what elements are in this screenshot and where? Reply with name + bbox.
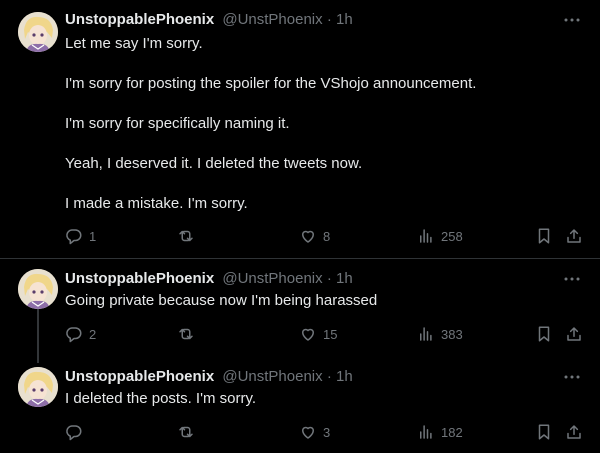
- tweet-1[interactable]: UnstoppablePhoenix @UnstPhoenix · 1h Let…: [0, 0, 600, 258]
- share-button[interactable]: [565, 324, 583, 344]
- tweet-paragraph: Yeah, I deserved it. I deleted the tweet…: [65, 155, 363, 172]
- share-icon: [567, 229, 581, 243]
- repost-icon: [179, 328, 193, 340]
- like-button[interactable]: 3: [299, 422, 330, 442]
- timestamp[interactable]: 1h: [336, 11, 353, 28]
- bookmark-button[interactable]: [535, 422, 553, 442]
- views-count: 182: [441, 424, 463, 440]
- tweet-paragraph: I deleted the posts. I'm sorry.: [65, 390, 257, 407]
- bookmark-icon: [538, 228, 550, 244]
- tweet-actions: 2 15 383: [65, 324, 585, 344]
- views-button[interactable]: 258: [417, 226, 463, 246]
- views-count: 383: [441, 326, 463, 342]
- tweet-paragraph: I made a mistake. I'm sorry.: [65, 195, 248, 212]
- tweet-actions: 1 8 258: [65, 226, 585, 246]
- bookmark-button[interactable]: [535, 324, 553, 344]
- share-icon: [567, 425, 581, 439]
- avatar[interactable]: [18, 269, 58, 309]
- tweet-header: UnstoppablePhoenix @UnstPhoenix · 1h: [65, 10, 353, 30]
- like-button[interactable]: 15: [299, 324, 337, 344]
- like-icon: [302, 426, 314, 439]
- tweet-header: UnstoppablePhoenix @UnstPhoenix · 1h: [65, 269, 353, 289]
- user-handle[interactable]: @UnstPhoenix: [222, 270, 322, 287]
- share-button[interactable]: [565, 226, 583, 246]
- tweet-2[interactable]: UnstoppablePhoenix @UnstPhoenix · 1h Goi…: [0, 259, 600, 359]
- views-count: 258: [441, 228, 463, 244]
- display-name[interactable]: UnstoppablePhoenix: [65, 368, 214, 385]
- like-button[interactable]: 8: [299, 226, 330, 246]
- share-button[interactable]: [565, 422, 583, 442]
- reply-count: 1: [89, 228, 97, 244]
- separator-dot: ·: [326, 270, 332, 287]
- like-count: 8: [323, 228, 331, 244]
- like-icon: [302, 328, 314, 341]
- reply-button[interactable]: [65, 422, 89, 442]
- separator-dot: ·: [326, 11, 332, 28]
- user-handle[interactable]: @UnstPhoenix: [222, 11, 322, 28]
- more-icon[interactable]: [562, 269, 582, 289]
- timestamp[interactable]: 1h: [336, 270, 353, 287]
- avatar[interactable]: [18, 12, 58, 52]
- user-handle[interactable]: @UnstPhoenix: [222, 368, 322, 385]
- repost-button[interactable]: [177, 422, 201, 442]
- more-icon[interactable]: [562, 367, 582, 387]
- tweet-actions: 3 182: [65, 422, 585, 442]
- avatar-image: [18, 367, 58, 407]
- tweet-paragraph: I'm sorry for posting the spoiler for th…: [65, 75, 477, 92]
- tweet-paragraph: Going private because now I'm being hara…: [65, 292, 378, 309]
- tweet-text: I deleted the posts. I'm sorry.: [65, 389, 580, 409]
- reply-button[interactable]: 2: [65, 324, 96, 344]
- repost-button[interactable]: [177, 324, 201, 344]
- avatar-image: [18, 269, 58, 309]
- timestamp[interactable]: 1h: [336, 368, 353, 385]
- tweet-paragraph: I'm sorry for specifically naming it.: [65, 115, 290, 132]
- reply-count: 2: [89, 326, 97, 342]
- tweet-text: Going private because now I'm being hara…: [65, 291, 580, 311]
- avatar-image: [18, 12, 58, 52]
- bookmark-icon: [538, 424, 550, 440]
- display-name[interactable]: UnstoppablePhoenix: [65, 270, 214, 287]
- repost-button[interactable]: [177, 226, 201, 246]
- views-button[interactable]: 182: [417, 422, 463, 442]
- avatar[interactable]: [18, 367, 58, 407]
- share-icon: [567, 327, 581, 341]
- bookmark-button[interactable]: [535, 226, 553, 246]
- bookmark-icon: [538, 326, 550, 342]
- tweet-header: UnstoppablePhoenix @UnstPhoenix · 1h: [65, 367, 353, 387]
- tweet-paragraph: Let me say I'm sorry.: [65, 35, 203, 52]
- like-count: 15: [323, 326, 338, 342]
- display-name[interactable]: UnstoppablePhoenix: [65, 11, 214, 28]
- more-icon[interactable]: [562, 10, 582, 30]
- like-icon: [302, 230, 314, 243]
- reply-icon: [66, 425, 82, 441]
- reply-icon: [66, 327, 82, 343]
- repost-icon: [179, 230, 193, 242]
- tweet-3[interactable]: UnstoppablePhoenix @UnstPhoenix · 1h I d…: [0, 359, 600, 453]
- tweet-text: Let me say I'm sorry. I'm sorry for post…: [65, 34, 580, 214]
- repost-icon: [179, 426, 193, 438]
- separator-dot: ·: [326, 368, 332, 385]
- like-count: 3: [323, 424, 331, 440]
- reply-button[interactable]: 1: [65, 226, 96, 246]
- views-icon: [420, 327, 432, 341]
- views-button[interactable]: 383: [417, 324, 463, 344]
- views-icon: [420, 229, 432, 243]
- views-icon: [420, 425, 432, 439]
- reply-icon: [66, 229, 82, 245]
